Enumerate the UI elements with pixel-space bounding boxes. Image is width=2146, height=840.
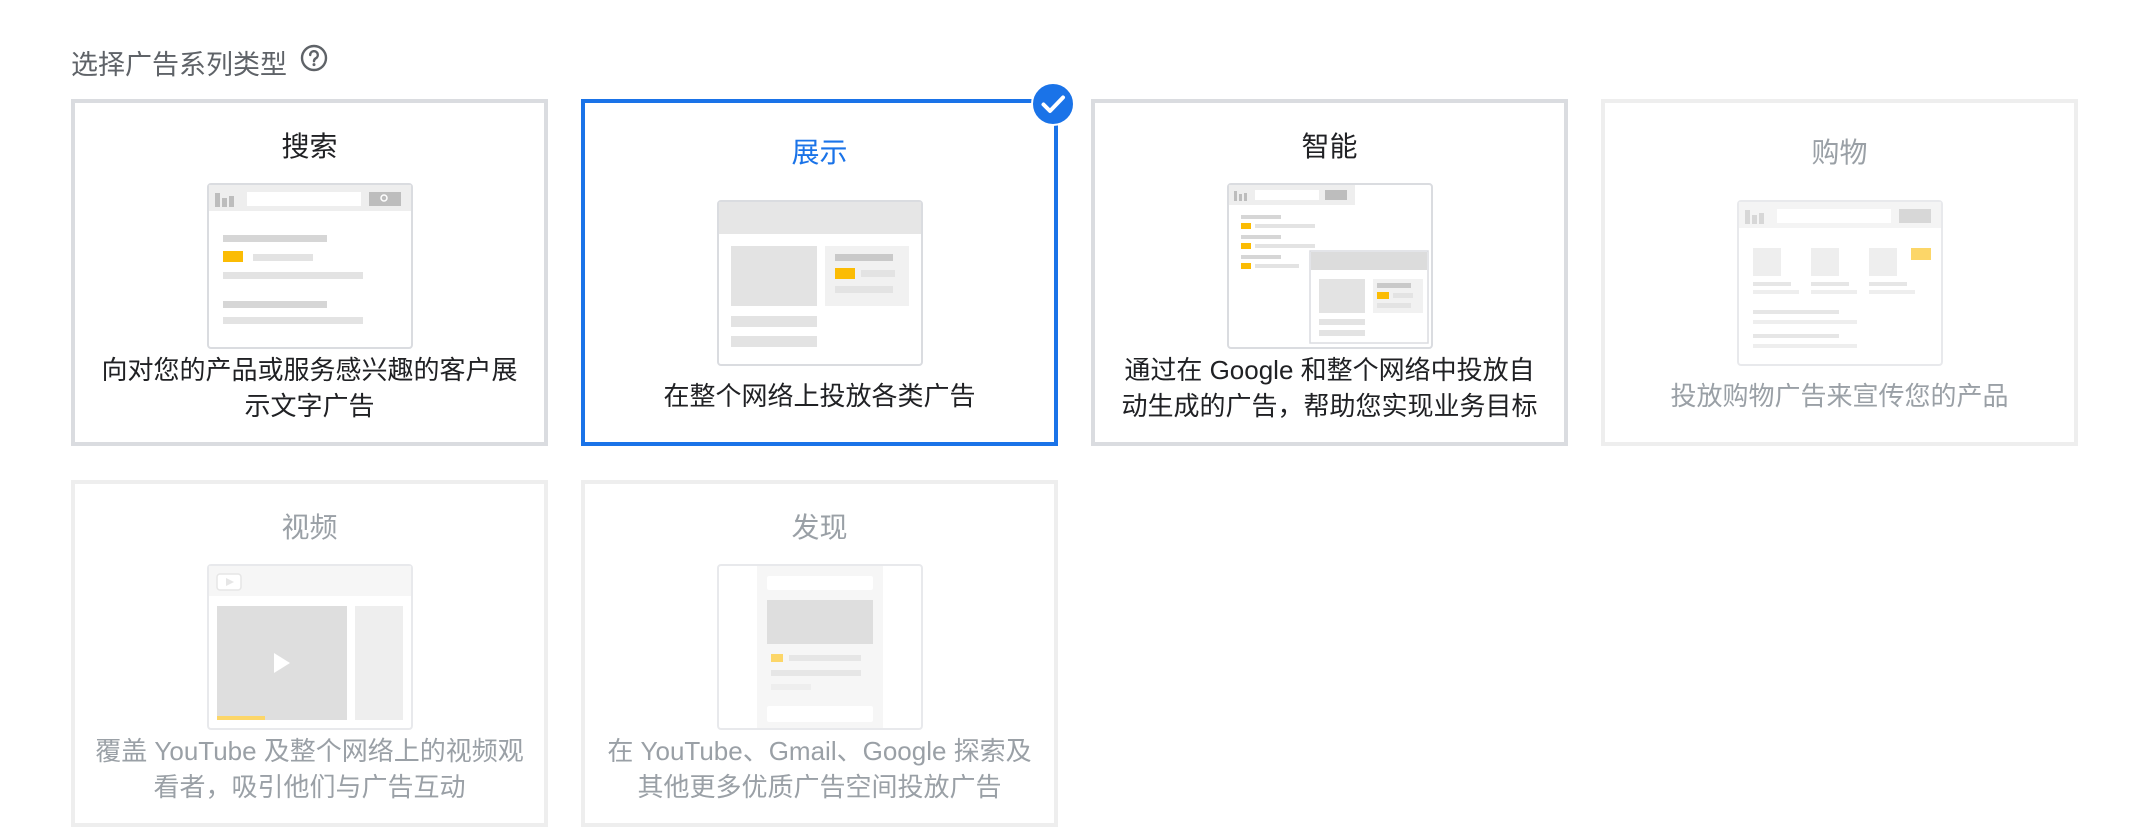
card-title: 展示 bbox=[791, 137, 848, 168]
card-title: 智能 bbox=[1301, 131, 1358, 162]
video-ad-illustration bbox=[207, 564, 413, 730]
smart-ad-illustration bbox=[1227, 183, 1433, 349]
help-circle-icon[interactable] bbox=[299, 43, 329, 73]
card-description: 在 YouTube、Gmail、Google 探索及其他更多优质广告空间投放广告 bbox=[607, 736, 1032, 802]
section-header: 选择广告系列类型 bbox=[71, 42, 329, 82]
campaign-type-card-search[interactable]: 搜索 向对您的产品或服务感兴趣的客户展示文字广告 bbox=[71, 99, 548, 446]
selected-check-icon bbox=[1031, 82, 1075, 126]
discovery-ad-illustration bbox=[717, 564, 923, 730]
campaign-type-card-discovery: 发现 在 YouTube、Gmail、Google 探索及其他更多优质广告空间投… bbox=[581, 480, 1058, 827]
card-title: 购物 bbox=[1811, 137, 1868, 168]
campaign-type-card-shopping: 购物 投放购物广告来宣传您的产品 bbox=[1601, 99, 2078, 446]
display-ad-illustration bbox=[717, 200, 923, 366]
card-description: 在整个网络上投放各类广告 bbox=[663, 381, 976, 411]
search-ad-illustration bbox=[207, 183, 413, 349]
card-description: 投放购物广告来宣传您的产品 bbox=[1670, 381, 2009, 411]
card-title: 视频 bbox=[281, 512, 338, 543]
card-description: 向对您的产品或服务感兴趣的客户展示文字广告 bbox=[101, 355, 518, 421]
card-description: 通过在 Google 和整个网络中投放自动生成的广告，帮助您实现业务目标 bbox=[1121, 355, 1538, 421]
shopping-ad-illustration bbox=[1737, 200, 1943, 366]
campaign-type-card-display[interactable]: 展示 在整个网络上投放各类广告 bbox=[581, 82, 1075, 446]
section-title: 选择广告系列类型 bbox=[71, 49, 287, 80]
card-description: 覆盖 YouTube 及整个网络上的视频观看者，吸引他们与广告互动 bbox=[95, 736, 524, 802]
campaign-type-card-video: 视频 覆盖 YouTube 及整个网络上的视频观看者，吸引他们与广告互动 bbox=[71, 480, 548, 827]
card-title: 搜索 bbox=[281, 131, 338, 162]
campaign-type-card-smart[interactable]: 智能 通过在 Google 和整个网络中投放自动生成的广告，帮助您实现业务目标 bbox=[1091, 99, 1568, 446]
card-title: 发现 bbox=[791, 512, 848, 543]
